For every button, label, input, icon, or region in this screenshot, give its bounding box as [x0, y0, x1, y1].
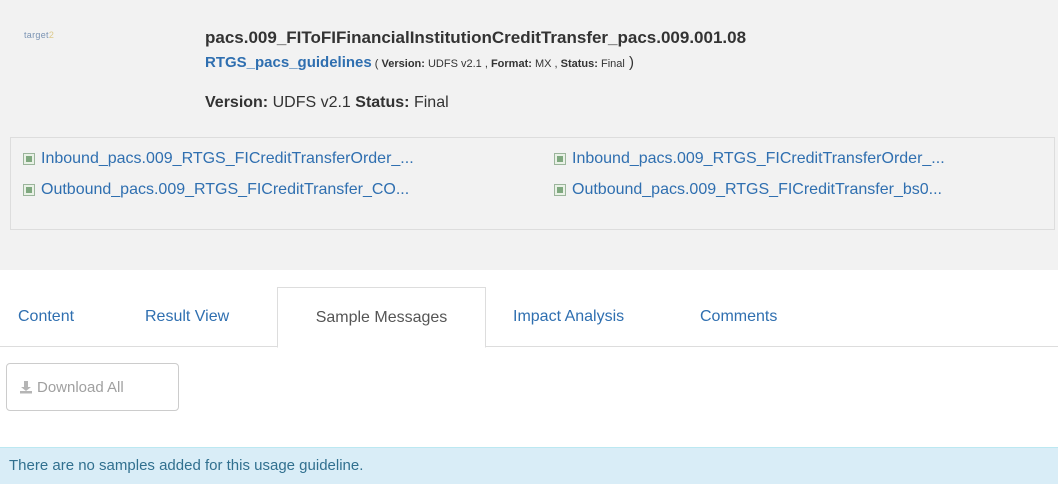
- version-status-line: Version: UDFS v2.1 Status: Final: [205, 94, 449, 111]
- file-icon: [23, 153, 35, 165]
- guideline-link[interactable]: RTGS_pacs_guidelines: [205, 54, 372, 71]
- file-icon: [554, 184, 566, 196]
- guideline-subline: RTGS_pacs_guidelines ( Version: UDFS v2.…: [205, 54, 634, 71]
- tab-result-view[interactable]: Result View: [145, 287, 229, 347]
- tab-content[interactable]: Content: [18, 287, 74, 347]
- file-icon: [23, 184, 35, 196]
- file-icon: [554, 153, 566, 165]
- guideline-meta: ( Version: UDFS v2.1 , Format: MX , Stat…: [371, 58, 625, 70]
- file-link[interactable]: Outbound_pacs.009_RTGS_FICreditTransfer_…: [23, 181, 409, 199]
- download-all-button[interactable]: Download All: [6, 363, 179, 411]
- usage-guideline-header: target2 pacs.009_FIToFIFinancialInstitut…: [0, 0, 1058, 270]
- info-alert: There are no samples added for this usag…: [0, 447, 1058, 484]
- tab-comments[interactable]: Comments: [700, 287, 777, 347]
- tab-sample-messages[interactable]: Sample Messages: [277, 287, 486, 348]
- info-message: There are no samples added for this usag…: [9, 457, 364, 474]
- file-link[interactable]: Outbound_pacs.009_RTGS_FICreditTransfer_…: [554, 181, 942, 199]
- page-title: pacs.009_FIToFIFinancialInstitutionCredi…: [205, 28, 747, 47]
- download-icon: [19, 380, 33, 394]
- tab-impact-analysis[interactable]: Impact Analysis: [513, 287, 624, 347]
- files-panel: Inbound_pacs.009_RTGS_FICreditTransferOr…: [10, 137, 1055, 230]
- tab-bar: Content Result View Sample Messages Impa…: [0, 287, 1058, 348]
- file-link[interactable]: Inbound_pacs.009_RTGS_FICreditTransferOr…: [23, 150, 414, 168]
- file-link[interactable]: Inbound_pacs.009_RTGS_FICreditTransferOr…: [554, 150, 945, 168]
- target-logo: target2: [24, 30, 55, 40]
